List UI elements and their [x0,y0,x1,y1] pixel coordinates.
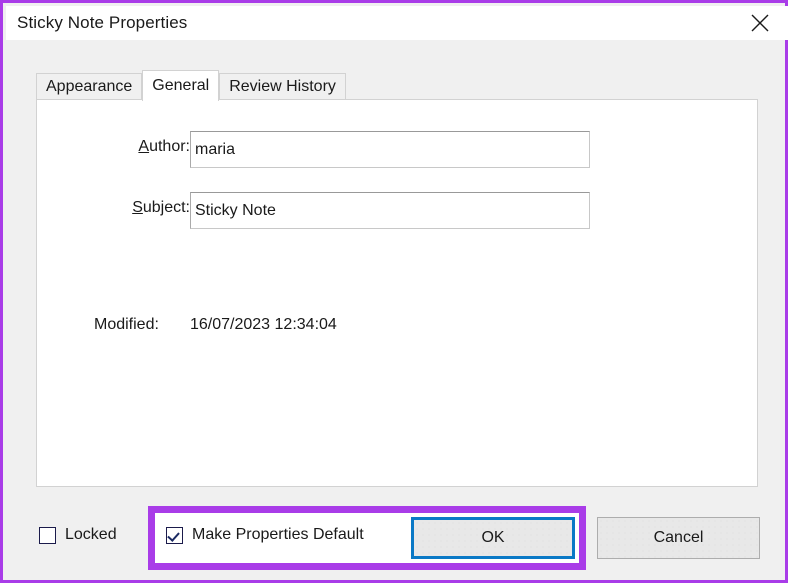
page-title: Sticky Note Properties [17,13,188,32]
cancel-button[interactable]: Cancel [597,517,760,559]
checkbox-box-make-default [166,526,183,544]
ok-button-label: OK [481,529,505,546]
make-properties-default-checkbox[interactable]: Make Properties Default [166,526,364,544]
tab-general-label: General [152,77,210,94]
close-button[interactable] [738,6,782,40]
subject-label: Subject: [132,199,190,216]
ok-button[interactable]: OK [411,517,575,559]
general-tab-panel: Author: Subject: Modified: 16/07/2023 12… [36,99,758,487]
title-bar: Sticky Note Properties [6,6,788,40]
tab-general[interactable]: General [142,70,220,101]
screenshot-root: Sticky Note Properties Appearance Genera… [0,0,788,583]
modified-value: 16/07/2023 12:34:04 [190,316,337,333]
close-icon [749,12,771,34]
checkbox-box-locked [39,526,56,544]
locked-checkbox-label: Locked [65,526,117,543]
tab-strip: Appearance General Review History [36,69,346,101]
author-input[interactable] [190,131,590,168]
modified-label: Modified: [94,316,159,333]
make-properties-default-label: Make Properties Default [192,526,364,543]
tab-review-history[interactable]: Review History [219,73,346,100]
author-label: Author: [138,138,190,155]
tab-review-history-label: Review History [229,78,336,95]
subject-input[interactable] [190,192,590,229]
properties-dialog: Sticky Note Properties Appearance Genera… [0,0,788,583]
locked-checkbox[interactable]: Locked [39,526,117,544]
tab-appearance[interactable]: Appearance [36,73,143,100]
tab-appearance-label: Appearance [46,78,133,95]
cancel-button-label: Cancel [653,529,704,546]
